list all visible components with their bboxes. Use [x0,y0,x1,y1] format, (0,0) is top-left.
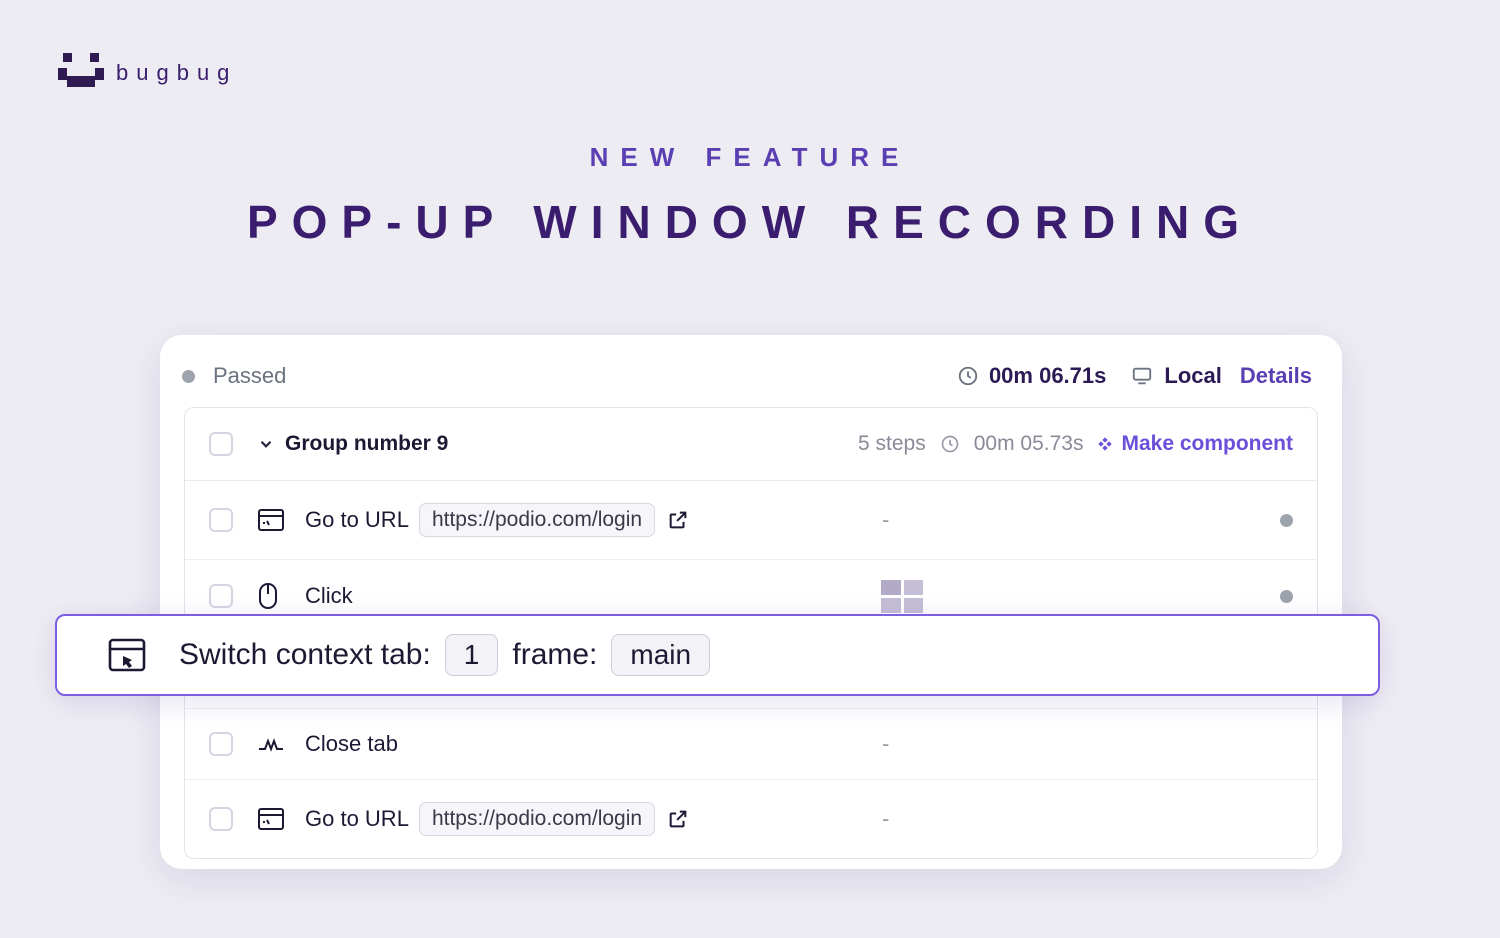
url-chip: https://podio.com/login [419,503,655,537]
group-duration: 00m 05.73s [974,432,1084,456]
details-link[interactable]: Details [1240,363,1312,389]
step-result: - [882,507,889,533]
switch-context-callout: Switch context tab: 1 frame: main [55,614,1380,696]
step-label: Go to URL [305,507,409,533]
frame-value-chip: main [611,634,710,676]
group-step-count: 5 steps [858,432,926,456]
step-checkbox[interactable] [209,508,233,532]
status-dot-icon [1280,514,1293,527]
diamond-icon [1097,436,1113,452]
close-tab-icon [257,735,285,753]
tab-value-chip: 1 [445,634,499,676]
run-header: Passed 00m 06.71s Local Details [160,345,1342,407]
group-title: Group number 9 [285,432,858,456]
chevron-down-icon[interactable] [257,435,275,453]
step-checkbox[interactable] [209,732,233,756]
external-link-icon[interactable] [667,509,689,531]
monitor-icon [1130,365,1154,387]
run-meta: 00m 06.71s Local Details [957,363,1312,389]
step-checkbox[interactable] [209,584,233,608]
make-component-label: Make component [1121,432,1293,456]
browser-icon [257,508,285,532]
step-label: Click [305,583,353,609]
clock-icon [940,434,960,454]
callout-prefix: Switch context tab: [179,638,431,672]
status-dot-icon [182,370,195,383]
group-checkbox[interactable] [209,432,233,456]
hero-headline: POP-UP WINDOW RECORDING [0,195,1500,249]
run-environment: Local [1164,363,1221,389]
window-cursor-icon [107,637,147,673]
mouse-icon [257,582,285,610]
brand-logo: bugbug [58,50,237,96]
step-row[interactable]: Go to URL https://podio.com/login - [185,481,1317,560]
run-status: Passed [213,363,957,389]
external-link-icon[interactable] [667,808,689,830]
group-header[interactable]: Group number 9 5 steps 00m 05.73s Make c… [185,408,1317,481]
status-dot-icon [1280,590,1293,603]
brand-name: bugbug [116,60,237,86]
step-result: - [882,806,889,832]
step-row[interactable]: Close tab - [185,709,1317,780]
make-component-button[interactable]: Make component [1097,432,1293,456]
browser-icon [257,807,285,831]
url-chip: https://podio.com/login [419,802,655,836]
logo-mark-icon [58,50,104,96]
step-label: Close tab [305,731,398,757]
test-run-card: Passed 00m 06.71s Local Details Group nu… [160,335,1342,869]
clock-icon [957,365,979,387]
step-result: - [882,731,889,757]
step-row[interactable]: Go to URL https://podio.com/login - [185,780,1317,858]
screenshot-thumbnail[interactable] [881,580,923,613]
hero-eyebrow: NEW FEATURE [0,142,1500,173]
callout-frame-label: frame: [512,638,597,672]
step-label: Go to URL [305,806,409,832]
run-duration: 00m 06.71s [989,363,1106,389]
step-checkbox[interactable] [209,807,233,831]
